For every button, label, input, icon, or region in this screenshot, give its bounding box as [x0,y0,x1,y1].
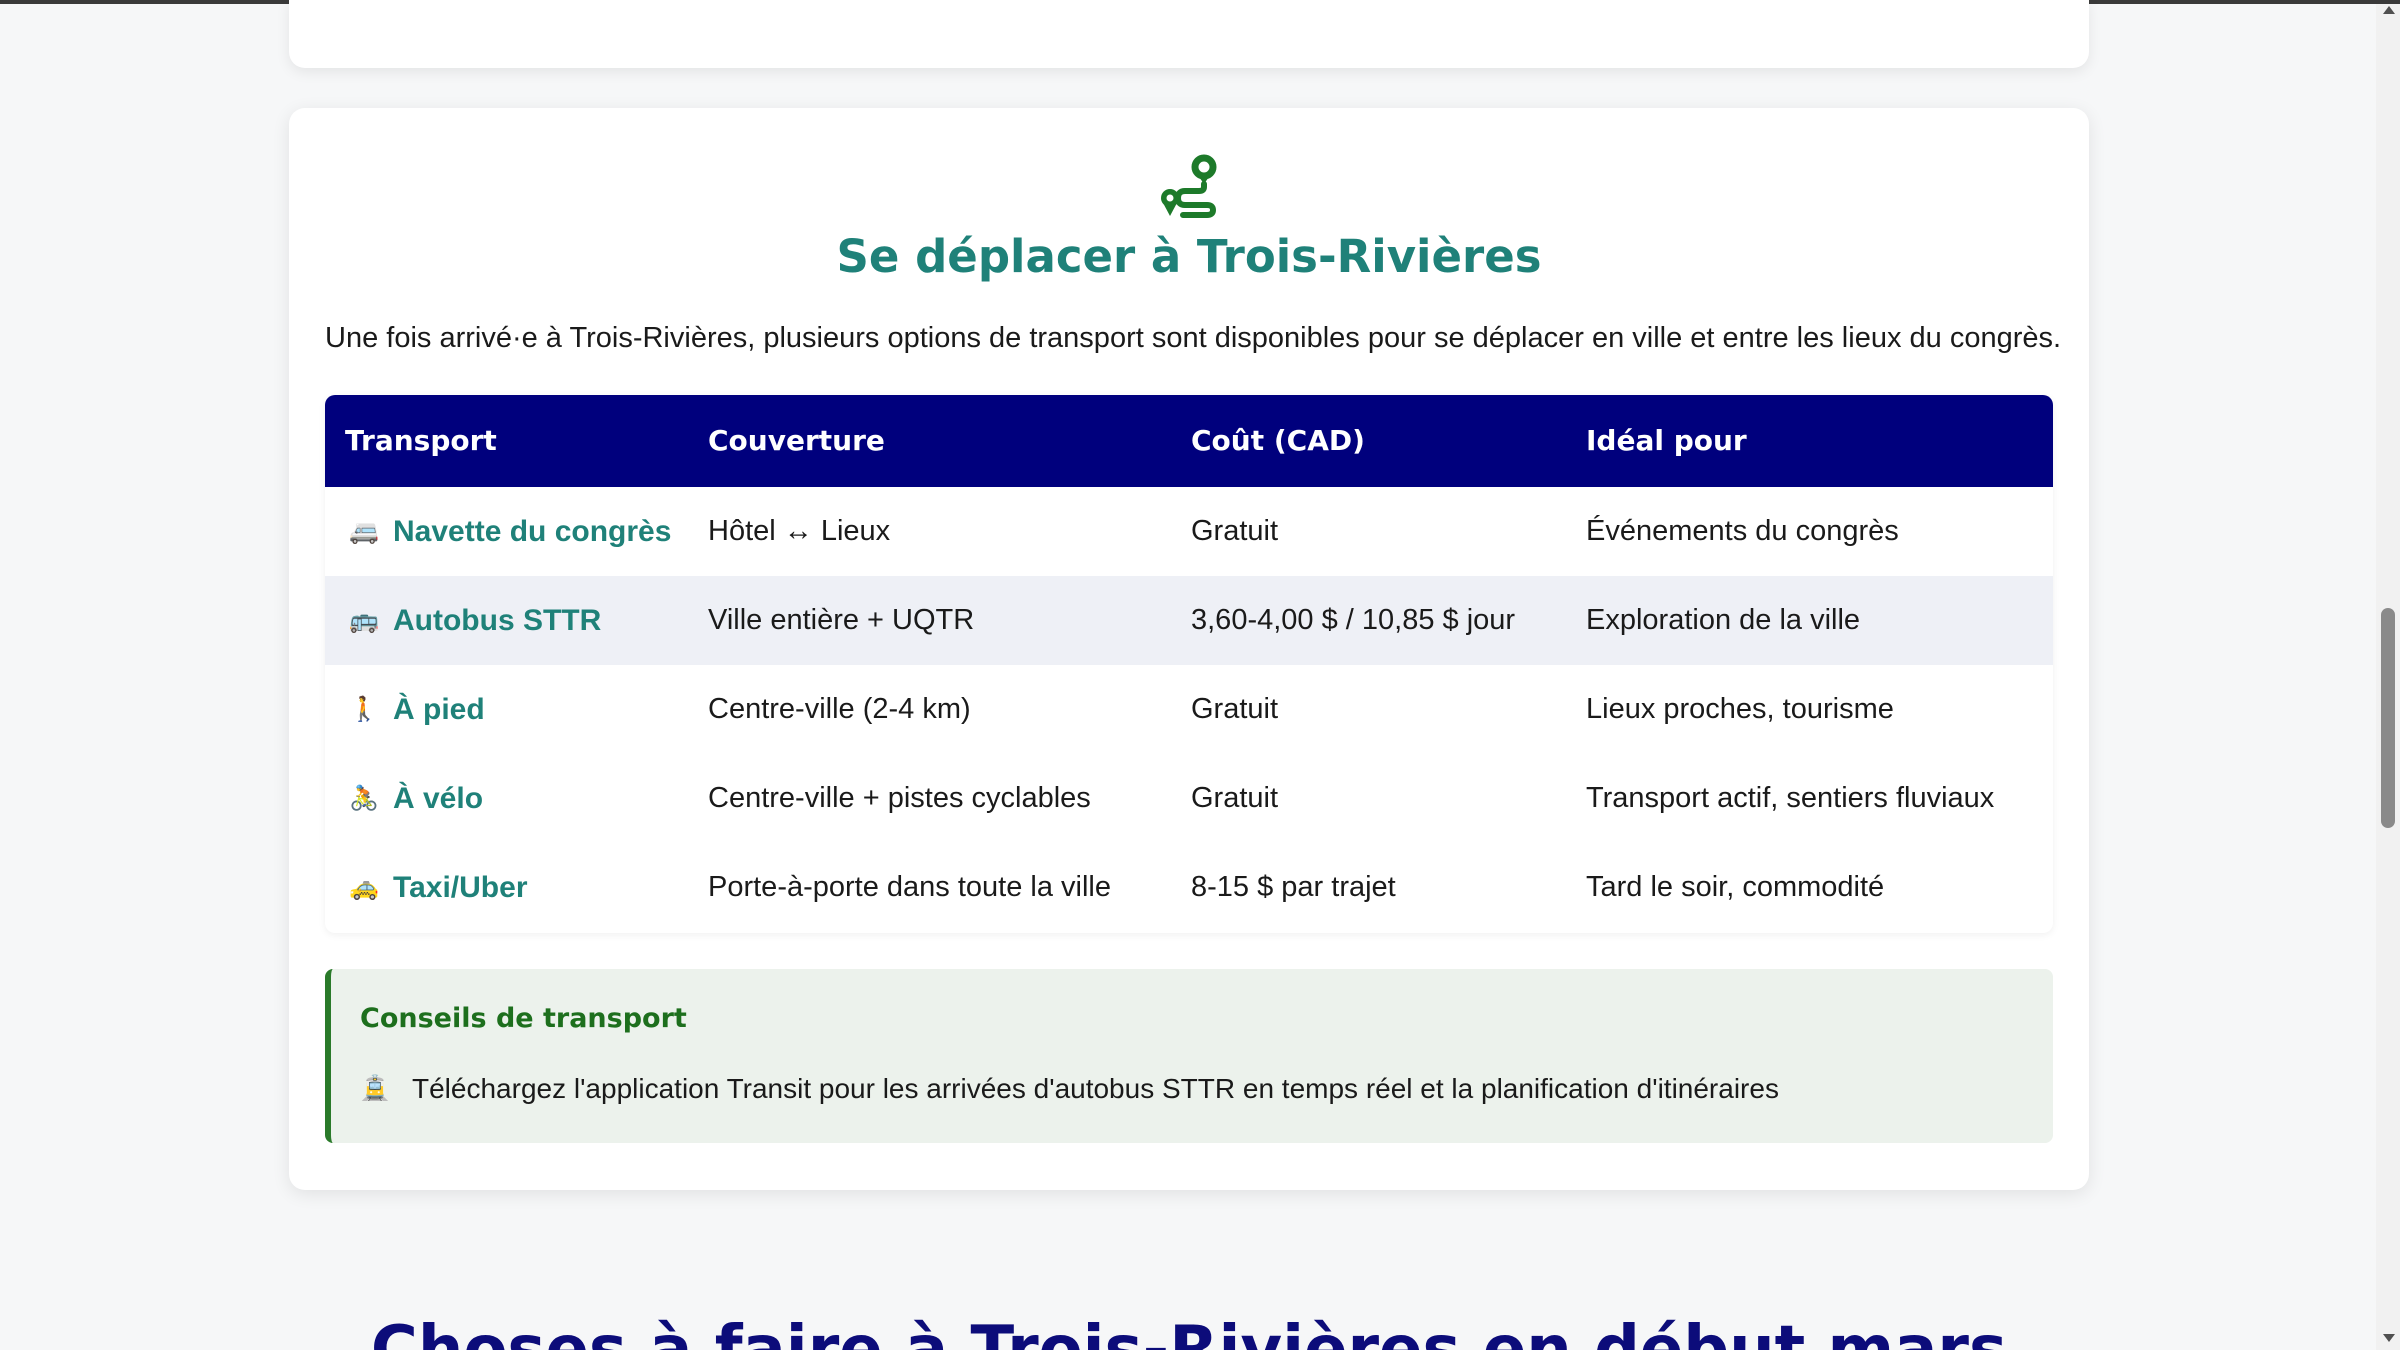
cost-cell: 8-15 $ par trajet [1191,871,1396,903]
shuttle-van-icon: 🚐 [349,517,379,545]
next-section-title: Choses à faire à Trois-Rivières en début… [370,1313,2008,1350]
next-section-heading: Choses à faire à Trois-Rivières en début… [289,1310,2089,1350]
previous-section-card [289,0,2089,68]
ideal-for-cell: Lieux proches, tourisme [1586,693,1894,725]
scroll-down-arrow-icon[interactable] [2383,1334,2395,1342]
transport-mode-label: Autobus STTR [393,604,602,637]
cyclist-icon: 🚴 [349,784,379,812]
tram-icon: 🚊 [360,1075,390,1102]
section-title: Se déplacer à Trois-Rivières [836,230,1542,283]
transport-tips-box: Conseils de transport 🚊 Téléchargez l'ap… [325,969,2053,1143]
cost-cell: 3,60-4,00 $ / 10,85 $ jour [1191,604,1516,636]
tip-item: 🚊 Téléchargez l'application Transit pour… [360,1069,1779,1109]
transport-mode-label: Navette du congrès [393,515,672,548]
walking-person-icon: 🚶 [349,695,379,723]
ideal-for-cell: Tard le soir, commodité [1586,871,1885,903]
table-header-row: Transport Couverture Coût (CAD) Idéal po… [325,395,2053,487]
table-row: 🚌 Autobus STTR Ville entière + UQTR 3,60… [325,576,2053,665]
table-row: 🚐 Navette du congrès Hôtel ↔ Lieux Gratu… [325,487,2053,576]
column-header-cost: Coût (CAD) [1191,424,1365,457]
table-row: 🚕 Taxi/Uber Porte-à-porte dans toute la … [325,843,2053,932]
column-header-ideal-for: Idéal pour [1586,424,1747,457]
cost-cell: Gratuit [1191,693,1279,725]
transport-mode-label: À vélo [393,782,484,815]
scrollbar-thumb[interactable] [2381,608,2395,828]
coverage-cell: Porte-à-porte dans toute la ville [708,871,1111,903]
ideal-for-cell: Transport actif, sentiers fluviaux [1586,782,1995,814]
tip-text: Téléchargez l'application Transit pour l… [412,1073,1779,1104]
tips-title: Conseils de transport [360,1003,687,1034]
transport-mode-cell: 🚐 Navette du congrès [349,487,671,576]
transport-mode-cell: 🚌 Autobus STTR [349,576,601,665]
column-header-coverage: Couverture [708,424,885,457]
bus-icon: 🚌 [349,606,379,634]
ideal-for-cell: Événements du congrès [1586,515,1899,547]
section-intro: Une fois arrivé·e à Trois-Rivières, plus… [325,322,2062,354]
transport-table: Transport Couverture Coût (CAD) Idéal po… [325,395,2053,933]
table-row: 🚶 À pied Centre-ville (2-4 km) Gratuit L… [325,665,2053,754]
coverage-cell: Hôtel ↔ Lieux [708,515,891,547]
transport-mode-cell: 🚴 À vélo [349,754,483,843]
route-pin-icon [1161,154,1217,218]
column-header-transport: Transport [345,424,497,457]
scroll-up-arrow-icon[interactable] [2383,6,2395,14]
transport-mode-cell: 🚕 Taxi/Uber [349,843,528,932]
coverage-cell: Ville entière + UQTR [708,604,975,636]
cost-cell: Gratuit [1191,782,1279,814]
cost-cell: Gratuit [1191,515,1279,547]
transport-mode-cell: 🚶 À pied [349,665,485,754]
coverage-cell: Centre-ville (2-4 km) [708,693,971,725]
transport-mode-label: Taxi/Uber [393,871,528,904]
transport-mode-label: À pied [393,693,485,726]
taxi-icon: 🚕 [349,873,379,901]
table-row: 🚴 À vélo Centre-ville + pistes cyclables… [325,754,2053,843]
ideal-for-cell: Exploration de la ville [1586,604,1861,636]
coverage-cell: Centre-ville + pistes cyclables [708,782,1091,814]
